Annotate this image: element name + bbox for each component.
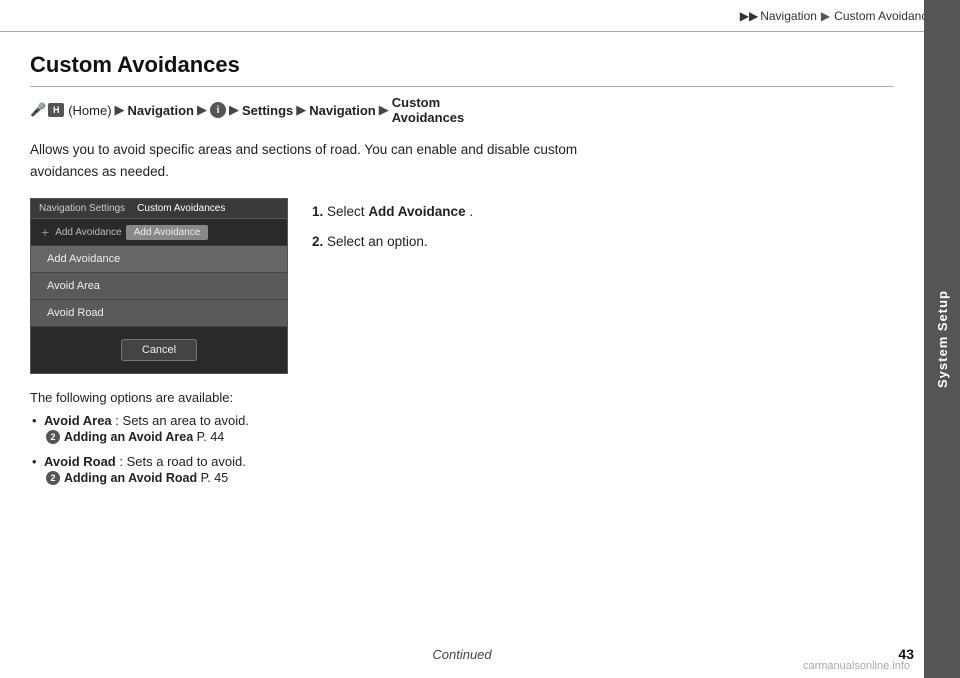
path-arrow4: ▶ (296, 102, 306, 118)
path-home-label: (Home) (68, 103, 111, 118)
breadcrumb-arrow1: ▶ (821, 9, 830, 23)
description: Allows you to avoid specific areas and s… (30, 139, 630, 182)
right-sidebar: System Setup (924, 0, 960, 678)
screenshot-box: Navigation Settings Custom Avoidances + … (30, 198, 288, 374)
ref-page-area: P. 44 (197, 430, 225, 444)
step-2: 2. Select an option. (312, 232, 473, 252)
watermark: carmanualsonline.info (803, 660, 910, 672)
step2-num: 2. (312, 234, 323, 249)
breadcrumb: ▶▶ Navigation ▶ Custom Avoidances (740, 9, 940, 23)
ref-bold-road: Adding an Avoid Road (64, 471, 197, 485)
ref-text-area: Adding an Avoid Area P. 44 (64, 430, 224, 444)
dropdown-item-road[interactable]: Avoid Road (31, 300, 287, 327)
screen-add-row: + Add Avoidance Add Avoidance (31, 219, 287, 246)
breadcrumb-nav: Navigation (760, 9, 817, 23)
breadcrumb-arrows: ▶▶ (740, 9, 758, 23)
screen-body: + Add Avoidance Add Avoidance Add Avoida… (31, 219, 287, 373)
path-line: 🎤 (Home) ▶ Navigation ▶ i ▶ Settings ▶ N… (30, 95, 894, 125)
path-arrow2: ▶ (197, 102, 207, 118)
dropdown-item-add[interactable]: Add Avoidance (31, 246, 287, 273)
steps-column: 1. Select Add Avoidance . 2. Select an o… (312, 198, 473, 263)
page-title: Custom Avoidances (30, 52, 894, 87)
mic-icon: 🎤 (30, 102, 46, 118)
home-icon (48, 103, 64, 117)
option-avoid-area: Avoid Area : Sets an area to avoid. 2 Ad… (30, 413, 894, 444)
continued-label: Continued (0, 647, 924, 662)
plus-icon: + (41, 224, 49, 240)
ref-text-road: Adding an Avoid Road P. 45 (64, 471, 228, 485)
screen-dropdown: Add Avoidance Avoid Area Avoid Road (31, 246, 287, 327)
ref-page-road: P. 45 (201, 471, 229, 485)
path-nav1: Navigation (128, 103, 194, 118)
path-custom: CustomAvoidances (392, 95, 465, 125)
sidebar-label: System Setup (935, 290, 950, 388)
top-bar: ▶▶ Navigation ▶ Custom Avoidances (0, 0, 960, 32)
screen-header-left: Navigation Settings (39, 203, 125, 214)
option-area-name: Avoid Area (44, 413, 112, 428)
options-heading: The following options are available: (30, 390, 894, 405)
step2-text: Select an option. (327, 234, 428, 249)
step1-text: Select (327, 204, 368, 219)
screen-header: Navigation Settings Custom Avoidances (31, 199, 287, 219)
option-road-name: Avoid Road (44, 454, 116, 469)
dropdown-trigger[interactable]: Add Avoidance (126, 225, 209, 240)
cancel-button[interactable]: Cancel (121, 339, 197, 361)
option-avoid-road: Avoid Road : Sets a road to avoid. 2 Add… (30, 454, 894, 485)
main-content: Custom Avoidances 🎤 (Home) ▶ Navigation … (0, 32, 924, 678)
path-nav2: Navigation (309, 103, 375, 118)
step-1: 1. Select Add Avoidance . (312, 202, 473, 222)
two-col-layout: Navigation Settings Custom Avoidances + … (30, 198, 894, 374)
step1-end: . (469, 204, 473, 219)
options-section: The following options are available: Avo… (30, 390, 894, 485)
ref-icon-area: 2 (46, 430, 60, 444)
add-avoidance-label: Add Avoidance (55, 227, 122, 238)
option-road-desc: : Sets a road to avoid. (119, 454, 245, 469)
ref-icon-road: 2 (46, 471, 60, 485)
path-arrow3: ▶ (229, 102, 239, 118)
sub-ref-road: 2 Adding an Avoid Road P. 45 (44, 471, 894, 485)
step1-bold: Add Avoidance (368, 204, 465, 219)
cancel-container: Cancel (31, 327, 287, 373)
sub-ref-area: 2 Adding an Avoid Area P. 44 (44, 430, 894, 444)
info-icon: i (210, 102, 226, 118)
dropdown-item-area[interactable]: Avoid Area (31, 273, 287, 300)
option-area-desc: : Sets an area to avoid. (115, 413, 249, 428)
path-arrow1: ▶ (115, 102, 125, 118)
screen-header-right: Custom Avoidances (137, 203, 225, 214)
path-arrow5: ▶ (379, 102, 389, 118)
step1-num: 1. (312, 204, 323, 219)
path-settings: Settings (242, 103, 293, 118)
ref-bold-area: Adding an Avoid Area (64, 430, 193, 444)
